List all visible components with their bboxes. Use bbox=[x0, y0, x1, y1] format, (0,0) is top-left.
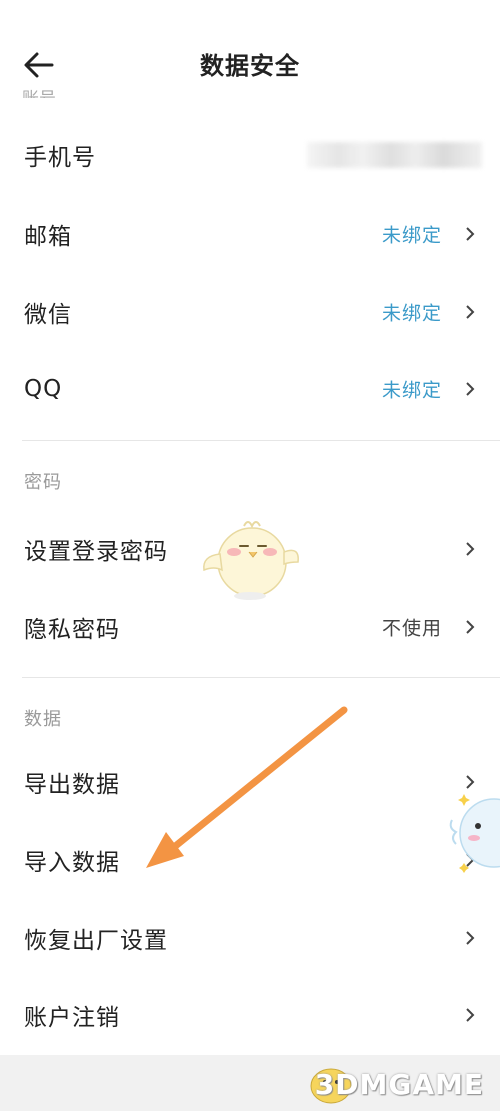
row-label: 恢复出厂设置 bbox=[24, 928, 168, 954]
binding-status: 未绑定 bbox=[381, 302, 442, 325]
chevron-right-icon bbox=[466, 227, 475, 241]
mascot-chick-sticker bbox=[203, 521, 299, 600]
row-label: 账户注销 bbox=[24, 1005, 120, 1031]
row-wechat[interactable]: 微信 未绑定 bbox=[0, 277, 500, 347]
watermark-text: 3DMGAME bbox=[314, 1068, 484, 1101]
row-label: 微信 bbox=[24, 302, 72, 328]
row-label: 导出数据 bbox=[24, 772, 120, 798]
row-qq[interactable]: QQ 未绑定 bbox=[0, 354, 500, 424]
row-factory-reset[interactable]: 恢复出厂设置 bbox=[0, 903, 500, 973]
phone-number-blurred bbox=[307, 142, 482, 168]
row-label: 隐私密码 bbox=[24, 617, 120, 643]
row-label: 导入数据 bbox=[24, 850, 120, 876]
row-export-data[interactable]: 导出数据 bbox=[0, 747, 500, 817]
section-header-account: 账号 bbox=[22, 84, 56, 98]
row-label: 设置登录密码 bbox=[24, 539, 168, 565]
mascot-blue-sticker bbox=[449, 794, 500, 873]
privacy-password-status: 不使用 bbox=[381, 617, 442, 640]
binding-status: 未绑定 bbox=[381, 224, 442, 247]
row-import-data[interactable]: 导入数据 bbox=[0, 825, 500, 895]
binding-status: 未绑定 bbox=[381, 379, 442, 402]
row-phone[interactable]: 手机号 bbox=[0, 120, 500, 190]
section-header-data: 数据 bbox=[24, 709, 62, 730]
chevron-right-icon bbox=[466, 542, 475, 556]
row-label: 手机号 bbox=[24, 145, 96, 171]
chevron-right-icon bbox=[466, 305, 475, 319]
section-header-password: 密码 bbox=[24, 472, 62, 493]
chevron-right-icon bbox=[466, 931, 475, 945]
divider bbox=[22, 440, 500, 441]
row-account-deletion[interactable]: 账户注销 bbox=[0, 980, 500, 1050]
header: 数据安全 账号 bbox=[0, 0, 500, 130]
chevron-right-icon bbox=[466, 620, 475, 634]
divider bbox=[22, 677, 500, 678]
chevron-right-icon bbox=[466, 1008, 475, 1022]
row-email[interactable]: 邮箱 未绑定 bbox=[0, 199, 500, 269]
row-label: 邮箱 bbox=[24, 224, 72, 250]
row-label: QQ bbox=[24, 376, 63, 402]
page-title: 数据安全 bbox=[200, 52, 300, 80]
chevron-right-icon bbox=[466, 382, 475, 396]
